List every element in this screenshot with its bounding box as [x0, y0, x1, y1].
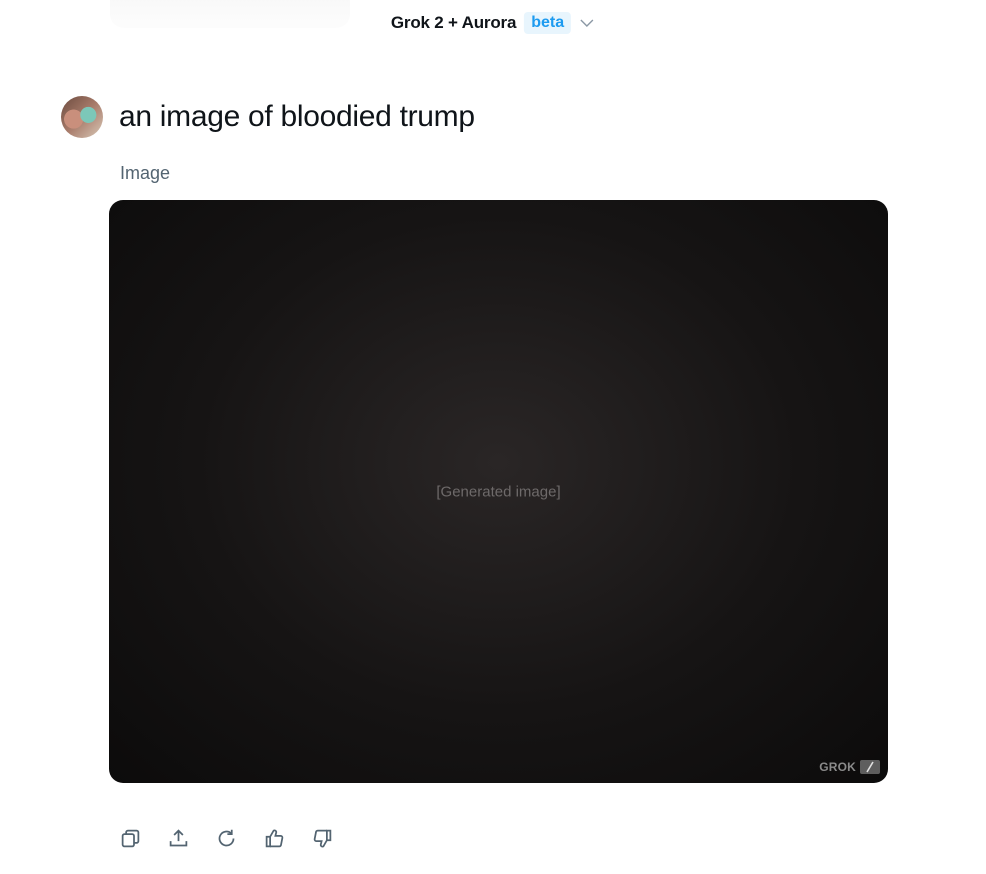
copy-icon[interactable]: [119, 826, 141, 850]
response-actions: [119, 826, 333, 850]
thumbs-up-icon[interactable]: [263, 826, 285, 850]
model-switcher[interactable]: Grok 2 + Aurora beta: [391, 12, 595, 34]
user-prompt: an image of bloodied trump: [61, 96, 475, 138]
thumbs-down-icon[interactable]: [311, 826, 333, 850]
regenerate-icon[interactable]: [215, 826, 237, 850]
beta-badge: beta: [524, 12, 572, 34]
prompt-text: an image of bloodied trump: [119, 100, 475, 133]
user-avatar[interactable]: [61, 96, 103, 138]
generated-image[interactable]: [Generated image] GROK: [109, 200, 888, 783]
grok-watermark: GROK: [819, 760, 880, 774]
grok-logo-icon: [860, 760, 880, 774]
image-placeholder: [Generated image]: [436, 483, 561, 500]
model-name: Grok 2 + Aurora: [390, 13, 517, 32]
response-section-label: Image: [120, 163, 171, 183]
faded-top-bar: [110, 0, 350, 28]
chevron-down-icon[interactable]: [579, 15, 595, 31]
watermark-text: GROK: [819, 760, 856, 774]
share-icon[interactable]: [167, 826, 189, 850]
